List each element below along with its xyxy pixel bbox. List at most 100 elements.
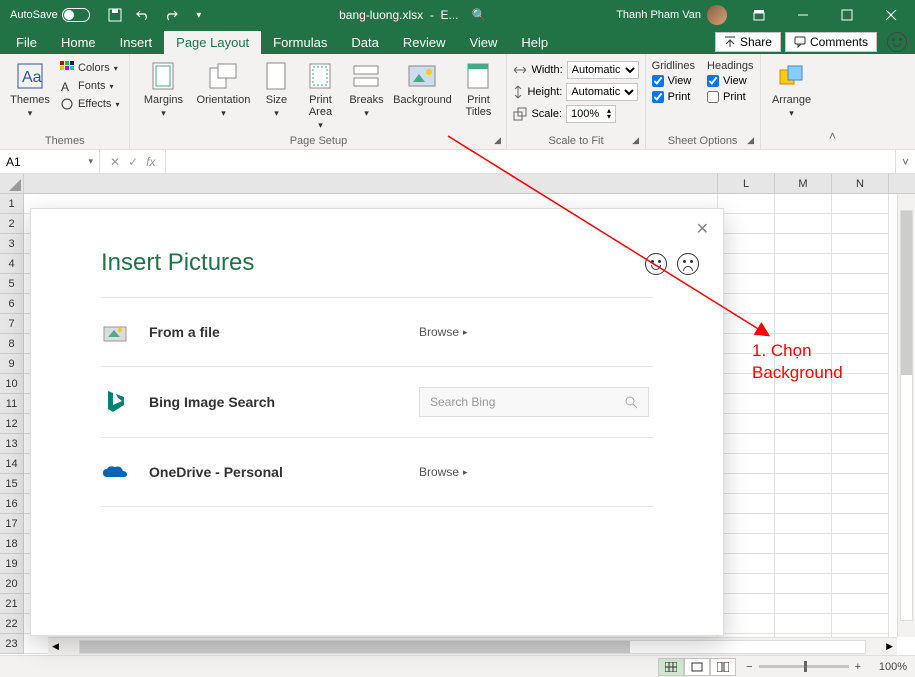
insert-onedrive-row[interactable]: OneDrive - Personal Browse▸ <box>101 437 653 507</box>
redo-button[interactable] <box>160 4 182 26</box>
row-header[interactable]: 14 <box>0 454 23 474</box>
cell[interactable] <box>718 434 775 454</box>
row-header[interactable]: 23 <box>0 634 23 654</box>
insert-from-file-row[interactable]: From a file Browse▸ <box>101 297 653 366</box>
cell[interactable] <box>775 314 832 334</box>
row-header[interactable]: 15 <box>0 474 23 494</box>
cell[interactable] <box>718 254 775 274</box>
row-header[interactable]: 11 <box>0 394 23 414</box>
fx-icon[interactable]: fx <box>146 155 155 169</box>
cell[interactable] <box>775 614 832 634</box>
cell[interactable] <box>832 474 889 494</box>
cell[interactable] <box>718 514 775 534</box>
row-header[interactable]: 13 <box>0 434 23 454</box>
row-header[interactable]: 17 <box>0 514 23 534</box>
enter-formula-icon[interactable]: ✓ <box>128 155 138 169</box>
row-header[interactable]: 20 <box>0 574 23 594</box>
cell[interactable] <box>718 294 775 314</box>
cell[interactable] <box>718 534 775 554</box>
cell[interactable] <box>718 214 775 234</box>
cell[interactable] <box>718 574 775 594</box>
tab-home[interactable]: Home <box>49 31 108 54</box>
cell[interactable] <box>718 474 775 494</box>
normal-view-button[interactable] <box>658 658 684 676</box>
colors-button[interactable]: Colors▾ <box>56 60 123 76</box>
row-header[interactable]: 22 <box>0 614 23 634</box>
zoom-in-button[interactable]: + <box>855 661 861 673</box>
cell[interactable] <box>832 514 889 534</box>
browse-onedrive-button[interactable]: Browse▸ <box>419 465 468 479</box>
cell[interactable] <box>775 594 832 614</box>
cell[interactable] <box>775 234 832 254</box>
tab-help[interactable]: Help <box>509 31 560 54</box>
row-header[interactable]: 19 <box>0 554 23 574</box>
cell[interactable] <box>718 614 775 634</box>
row-header[interactable]: 7 <box>0 314 23 334</box>
cell[interactable] <box>775 494 832 514</box>
row-header[interactable]: 21 <box>0 594 23 614</box>
cell[interactable] <box>832 554 889 574</box>
row-header[interactable]: 10 <box>0 374 23 394</box>
cell[interactable] <box>775 214 832 234</box>
cell[interactable] <box>832 494 889 514</box>
row-header[interactable]: 16 <box>0 494 23 514</box>
page-layout-view-button[interactable] <box>684 658 710 676</box>
maximize-button[interactable] <box>827 0 867 30</box>
cell[interactable] <box>832 434 889 454</box>
column-header[interactable]: L <box>718 174 775 193</box>
orientation-button[interactable]: Orientation▾ <box>192 56 254 133</box>
row-header[interactable]: 1 <box>0 194 23 214</box>
cell[interactable] <box>832 594 889 614</box>
feedback-happy-icon[interactable] <box>645 253 667 275</box>
tab-review[interactable]: Review <box>391 31 458 54</box>
browse-file-button[interactable]: Browse▸ <box>419 325 468 339</box>
gridlines-print-checkbox[interactable]: Print <box>652 90 695 104</box>
headings-print-checkbox[interactable]: Print <box>707 90 753 104</box>
column-header[interactable]: N <box>832 174 889 193</box>
bing-search-input[interactable]: Search Bing <box>419 387 649 417</box>
cell[interactable] <box>832 254 889 274</box>
tab-insert[interactable]: Insert <box>108 31 165 54</box>
user-account[interactable]: Thanh Pham Van <box>616 5 727 25</box>
row-header[interactable]: 9 <box>0 354 23 374</box>
cell[interactable] <box>775 394 832 414</box>
insert-bing-row[interactable]: Bing Image Search Search Bing <box>101 366 653 437</box>
tab-file[interactable]: File <box>4 31 49 54</box>
cell[interactable] <box>718 454 775 474</box>
cell[interactable] <box>832 614 889 634</box>
cell[interactable] <box>718 234 775 254</box>
cell[interactable] <box>718 194 775 214</box>
cell[interactable] <box>775 254 832 274</box>
effects-button[interactable]: Effects▾ <box>56 96 123 112</box>
cell[interactable] <box>718 394 775 414</box>
collapse-ribbon-button[interactable]: ˄ <box>823 54 843 149</box>
cell[interactable] <box>832 234 889 254</box>
cell[interactable] <box>832 314 889 334</box>
sheet-options-launcher[interactable]: ◢ <box>745 134 757 146</box>
arrange-button[interactable]: Arrange▾ <box>767 56 817 145</box>
row-header[interactable]: 3 <box>0 234 23 254</box>
qat-customize-icon[interactable]: ▾ <box>188 4 210 26</box>
cell[interactable] <box>775 414 832 434</box>
cell[interactable] <box>775 534 832 554</box>
cell[interactable] <box>832 454 889 474</box>
cell[interactable] <box>832 574 889 594</box>
cell[interactable] <box>775 274 832 294</box>
breaks-button[interactable]: Breaks▾ <box>344 56 388 133</box>
fonts-button[interactable]: AFonts▾ <box>56 78 123 94</box>
close-dialog-button[interactable]: ✕ <box>696 219 709 239</box>
row-header[interactable]: 6 <box>0 294 23 314</box>
cell[interactable] <box>775 294 832 314</box>
row-header[interactable]: 2 <box>0 214 23 234</box>
cell[interactable] <box>832 294 889 314</box>
headings-view-checkbox[interactable]: View <box>707 74 753 88</box>
cancel-formula-icon[interactable]: ✕ <box>110 155 120 169</box>
cell[interactable] <box>775 194 832 214</box>
horizontal-scrollbar[interactable]: ◀▶ <box>48 637 897 655</box>
themes-button[interactable]: Aa Themes ▾ <box>6 56 54 133</box>
tab-formulas[interactable]: Formulas <box>261 31 339 54</box>
cell[interactable] <box>832 274 889 294</box>
row-header[interactable]: 5 <box>0 274 23 294</box>
cell[interactable] <box>832 194 889 214</box>
width-select[interactable]: Automatic <box>567 61 639 79</box>
